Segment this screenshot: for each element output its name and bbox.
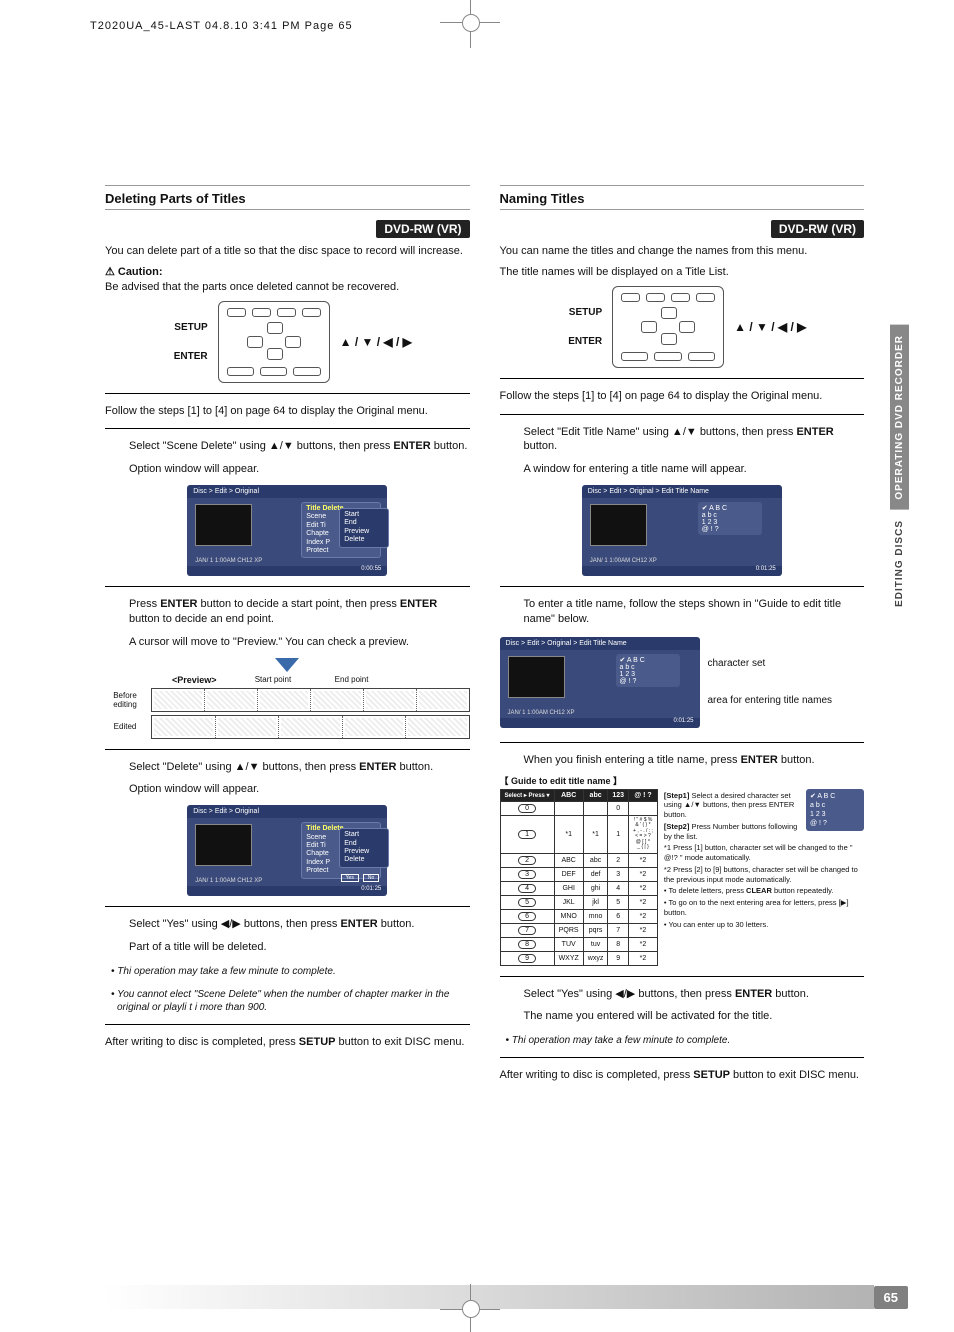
page-footer-bar [104,1285,874,1309]
step: Select "Delete" using ▲/▼ buttons, then … [129,760,470,775]
section-title: Deleting Parts of Titles [105,185,470,210]
media-badge: DVD-RW (VR) [771,220,864,238]
section-title-text: Deleting Parts of Titles [105,191,246,206]
page-sheet: T2020UA_45-LAST 04.8.10 3:41 PM Page 65 … [0,0,954,1332]
osd-screenshot: Disc > Edit > Original > Edit Title Name… [582,485,782,576]
remote-diagram: SETUP ENTER ▲ / ▼ / ◀ / ▶ [105,301,470,383]
step-result: Option window will appear. [129,782,470,797]
filmstrip-icon [151,715,470,739]
guide-table: Select ▸ Press ▾ABCabc123@ ! ?001*1*11! … [500,789,865,966]
crop-mark [462,1300,480,1318]
osd-screenshot: Disc > Edit > Original Title Delete Scen… [187,805,387,896]
footnote: • Thi operation may take a few minute to… [512,1034,865,1047]
intro-text: You can name the titles and change the n… [500,244,865,259]
caution: Caution: Be advised that the parts once … [105,265,470,295]
media-badge: DVD-RW (VR) [376,220,469,238]
preview-diagram: <Preview> Start pointEnd point Before ed… [105,658,470,739]
osd-path: Disc > Edit > Original [187,485,387,498]
caution-text: Be advised that the parts once deleted c… [105,281,399,293]
remote-diagram: SETUP ENTER ▲ / ▼ / ◀ / ▶ [500,286,865,368]
arrow-down-icon [275,658,299,672]
final-instruction: After writing to disc is completed, pres… [105,1035,470,1050]
crop-mark [462,14,480,32]
step-result: A cursor will move to "Preview." You can… [129,635,470,650]
osd-charset: ✔ A B C a b c 1 2 3 @ ! ? [698,502,762,535]
footnote: • Thi operation may take a few minute to… [117,965,470,978]
step-result: A window for entering a title name will … [524,462,865,477]
step-result: Option window will appear. [129,462,470,477]
filmstrip-icon [151,688,470,712]
step: Select "Yes" using ◀/▶ buttons, then pre… [129,917,470,932]
step-result: The name you entered will be activated f… [524,1009,865,1024]
side-tab-primary: OPERATING DVD RECORDER [890,325,909,510]
step: Select "Scene Delete" using ▲/▼ buttons,… [129,439,470,454]
header-slug: T2020UA_45-LAST 04.8.10 3:41 PM Page 65 [90,20,353,32]
remote-icon [612,286,724,368]
osd-screenshot: Disc > Edit > Original Title Delete Scen… [187,485,387,576]
caution-label: Caution: [105,266,162,278]
section-title-text: Naming Titles [500,191,585,206]
guide-title: Guide to edit title name [500,774,865,787]
side-tab: OPERATING DVD RECORDER EDITING DISCS [890,325,914,627]
remote-icon [218,301,330,383]
step-result: Part of a title will be deleted. [129,940,470,955]
intro-text: You can delete part of a title so that t… [105,244,470,259]
page-number: 65 [874,1286,908,1309]
osd-screenshot: Disc > Edit > Original > Edit Title Name… [500,637,700,728]
step: Press ENTER button to decide a start poi… [129,597,470,627]
instruction: Follow the steps [1] to [4] on page 64 t… [105,404,470,419]
intro-text: The title names will be displayed on a T… [500,265,865,280]
osd-submenu: StartEnd PreviewDelete [339,508,389,548]
arrow-legend: ▲ / ▼ / ◀ / ▶ [340,335,412,349]
final-instruction: After writing to disc is completed, pres… [500,1068,865,1083]
footnote: • You cannot elect "Scene Delete" when t… [117,988,470,1014]
left-column: Deleting Parts of Titles DVD-RW (VR) You… [105,185,470,1089]
right-column: Naming Titles DVD-RW (VR) You can name t… [500,185,865,1089]
callout: area for entering title names [708,694,833,707]
remote-label-enter: ENTER [163,351,208,362]
side-tab-secondary: EDITING DISCS [890,510,909,627]
step: Select "Edit Title Name" using ▲/▼ butto… [524,425,865,455]
guide-notes: ✔ A B C a b c 1 2 3 @ ! ? [Step1] Select… [664,789,864,966]
remote-label-setup: SETUP [163,322,208,333]
callout: character set [708,657,833,670]
step: When you finish entering a title name, p… [524,753,865,768]
step: To enter a title name, follow the steps … [524,597,865,627]
instruction: Follow the steps [1] to [4] on page 64 t… [500,389,865,404]
step: Select "Yes" using ◀/▶ buttons, then pre… [524,987,865,1002]
osd-thumbnail-icon [195,504,252,546]
